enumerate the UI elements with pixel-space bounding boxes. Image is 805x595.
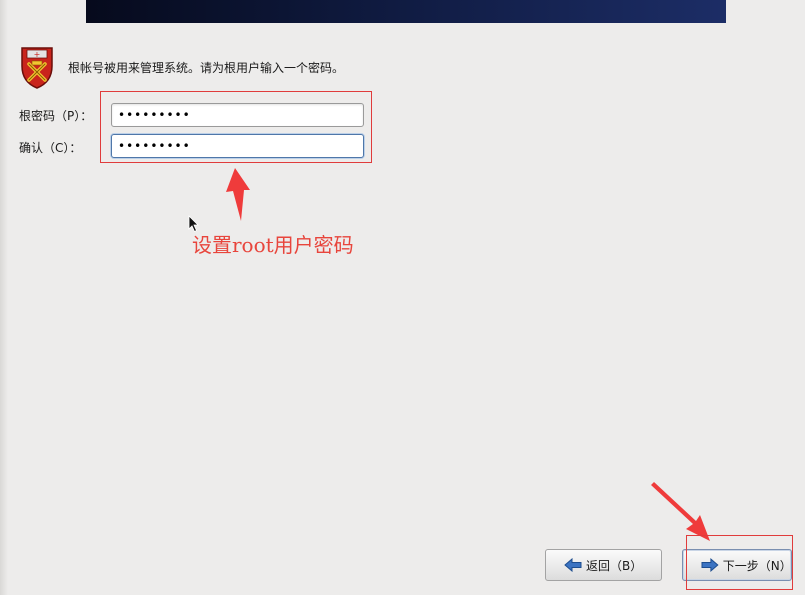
window-edge <box>0 0 8 595</box>
password-label: 根密码（P）： <box>19 109 93 123</box>
next-button[interactable]: 下一步（N） <box>682 549 792 581</box>
next-button-label: 下一步（N） <box>722 558 792 573</box>
mouse-cursor-icon <box>188 215 199 233</box>
back-button-label: 返回（B） <box>586 558 643 573</box>
annotation-arrow-down <box>651 482 710 541</box>
annotation-caption: 设置root用户密码 <box>192 233 354 257</box>
intro-text: 根帐号被用来管理系统。请为根用户输入一个密码。 <box>68 61 345 75</box>
shield-icon: + <box>21 47 53 89</box>
annotation-arrows <box>226 168 710 541</box>
header-banner <box>86 0 726 23</box>
back-button[interactable]: 返回（B） <box>545 549 662 581</box>
arrow-left-icon <box>564 558 582 572</box>
confirm-label: 确认（C）： <box>19 141 82 155</box>
arrow-right-icon <box>701 558 719 572</box>
annotation-arrow-up <box>226 168 250 221</box>
root-password-input[interactable] <box>111 103 364 127</box>
confirm-password-input[interactable] <box>111 134 364 158</box>
svg-text:+: + <box>34 50 41 59</box>
